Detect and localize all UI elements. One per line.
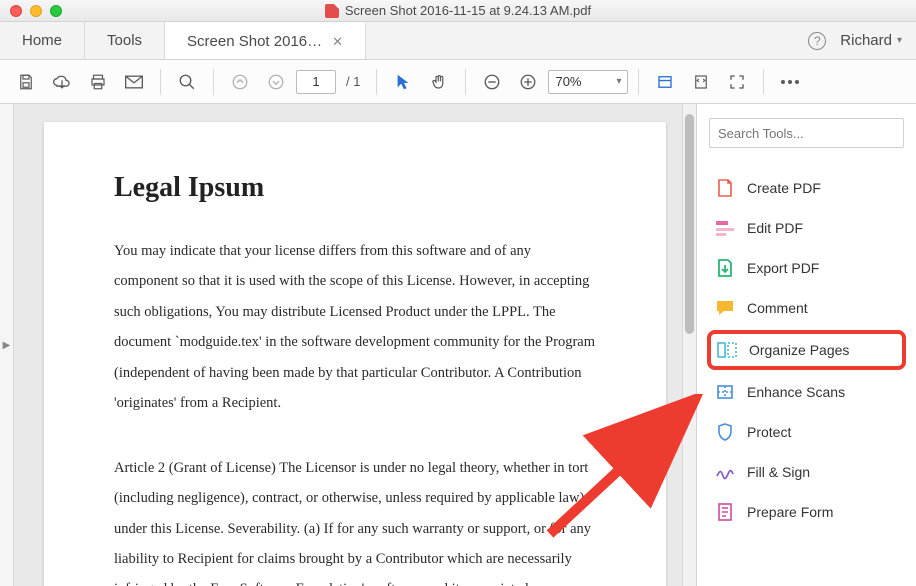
tool-label: Edit PDF <box>747 220 803 236</box>
cloud-button[interactable] <box>46 66 78 98</box>
arrow-down-icon <box>267 73 285 91</box>
left-panel-toggle[interactable]: ▶ <box>0 104 14 586</box>
search-tools-input[interactable] <box>709 118 904 148</box>
tool-protect[interactable]: Protect <box>709 412 904 452</box>
titlebar: Screen Shot 2016-11-15 at 9.24.13 AM.pdf <box>0 0 916 22</box>
tool-label: Prepare Form <box>747 504 833 520</box>
content-area: ▶ Legal Ipsum You may indicate that your… <box>0 104 916 586</box>
comment-icon <box>715 298 735 318</box>
tool-label: Export PDF <box>747 260 819 276</box>
email-icon <box>124 74 144 90</box>
tool-label: Enhance Scans <box>747 384 845 400</box>
tool-enhance-scans[interactable]: Enhance Scans <box>709 372 904 412</box>
help-button[interactable]: ? <box>808 32 826 50</box>
fit-width-icon <box>656 73 674 91</box>
prepare-form-icon <box>715 502 735 522</box>
cursor-icon <box>395 73 411 91</box>
scrollbar-thumb[interactable] <box>685 114 694 334</box>
tools-panel: Create PDF Edit PDF Export PDF Comment O <box>696 104 916 586</box>
tool-organize-pages[interactable]: Organize Pages <box>707 330 906 370</box>
minus-circle-icon <box>483 73 501 91</box>
fit-page-icon <box>692 73 710 91</box>
search-icon <box>178 73 196 91</box>
email-button[interactable] <box>118 66 150 98</box>
export-pdf-icon <box>715 258 735 278</box>
page-down-button[interactable] <box>260 66 292 98</box>
hand-icon <box>430 73 448 91</box>
tab-document-label: Screen Shot 2016… <box>187 33 322 50</box>
cloud-icon <box>52 73 72 91</box>
zoom-window-button[interactable] <box>50 5 62 17</box>
search-button[interactable] <box>171 66 203 98</box>
vertical-scrollbar[interactable] <box>682 104 696 586</box>
tool-fill-sign[interactable]: Fill & Sign <box>709 452 904 492</box>
main-tabs: Home Tools Screen Shot 2016… ✕ ? Richard… <box>0 22 916 60</box>
tool-label: Protect <box>747 424 791 440</box>
fullscreen-button[interactable] <box>721 66 753 98</box>
chevron-down-icon: ▾ <box>897 35 902 46</box>
doc-para-1: You may indicate that your license diffe… <box>114 236 596 419</box>
zoom-select[interactable]: 70% ▾ <box>548 70 628 94</box>
enhance-scans-icon <box>715 382 735 402</box>
zoom-value: 70% <box>555 74 581 89</box>
arrow-up-icon <box>231 73 249 91</box>
page-total: / 1 <box>340 74 366 89</box>
save-button[interactable] <box>10 66 42 98</box>
tool-label: Comment <box>747 300 808 316</box>
fit-width-button[interactable] <box>649 66 681 98</box>
organize-pages-icon <box>717 340 737 360</box>
tab-home[interactable]: Home <box>0 22 85 59</box>
protect-icon <box>715 422 735 442</box>
print-button[interactable] <box>82 66 114 98</box>
select-tool[interactable] <box>387 66 419 98</box>
tool-prepare-form[interactable]: Prepare Form <box>709 492 904 532</box>
print-icon <box>89 73 107 91</box>
pdf-page: Legal Ipsum You may indicate that your l… <box>44 122 666 586</box>
tool-export-pdf[interactable]: Export PDF <box>709 248 904 288</box>
user-name: Richard <box>840 32 892 49</box>
plus-circle-icon <box>519 73 537 91</box>
fit-page-button[interactable] <box>685 66 717 98</box>
edit-pdf-icon <box>715 218 735 238</box>
more-button[interactable] <box>774 66 806 98</box>
tool-edit-pdf[interactable]: Edit PDF <box>709 208 904 248</box>
page-up-button[interactable] <box>224 66 256 98</box>
more-icon <box>780 79 800 85</box>
tab-close-button[interactable]: ✕ <box>332 34 343 50</box>
tool-comment[interactable]: Comment <box>709 288 904 328</box>
fill-sign-icon <box>715 462 735 482</box>
window-title-text: Screen Shot 2016-11-15 at 9.24.13 AM.pdf <box>345 3 591 18</box>
tab-tools[interactable]: Tools <box>85 22 165 59</box>
page-number-input[interactable] <box>296 70 336 94</box>
document-viewport[interactable]: Legal Ipsum You may indicate that your l… <box>14 104 696 586</box>
tab-document[interactable]: Screen Shot 2016… ✕ <box>165 22 366 59</box>
toolbar: / 1 70% ▾ <box>0 60 916 104</box>
window-title: Screen Shot 2016-11-15 at 9.24.13 AM.pdf <box>0 3 916 18</box>
doc-title: Legal Ipsum <box>114 172 596 204</box>
tool-label: Fill & Sign <box>747 464 810 480</box>
hand-tool[interactable] <box>423 66 455 98</box>
tab-home-label: Home <box>22 32 62 49</box>
minimize-window-button[interactable] <box>30 5 42 17</box>
user-menu[interactable]: Richard ▾ <box>840 32 902 49</box>
tab-tools-label: Tools <box>107 32 142 49</box>
tool-label: Create PDF <box>747 180 821 196</box>
zoom-in-button[interactable] <box>512 66 544 98</box>
close-window-button[interactable] <box>10 5 22 17</box>
doc-para-2: Article 2 (Grant of License) The Licenso… <box>114 453 596 586</box>
save-icon <box>17 73 35 91</box>
chevron-down-icon: ▾ <box>616 76 621 87</box>
tool-create-pdf[interactable]: Create PDF <box>709 168 904 208</box>
window-controls <box>0 5 62 17</box>
fullscreen-icon <box>728 73 746 91</box>
create-pdf-icon <box>715 178 735 198</box>
pdf-file-icon <box>325 4 339 18</box>
zoom-out-button[interactable] <box>476 66 508 98</box>
tool-label: Organize Pages <box>749 342 849 358</box>
